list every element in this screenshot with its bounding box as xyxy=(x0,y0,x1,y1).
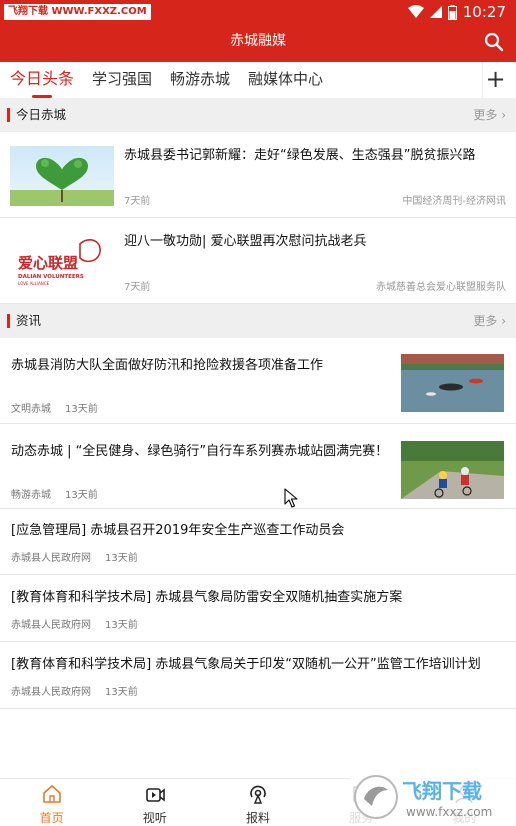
broadcast-icon xyxy=(250,785,266,804)
nav-label: 报料 xyxy=(246,811,271,825)
section-title: 今日赤城 xyxy=(16,107,67,122)
nav-report[interactable]: 报料 xyxy=(206,779,309,826)
add-channel-button[interactable]: + xyxy=(482,62,508,98)
app-title: 赤城融媒 xyxy=(230,33,286,49)
svg-text:www.fxxz.com: www.fxxz.com xyxy=(406,805,492,819)
fxxz-watermark-logo: 飞翔下载 www.fxxz.com xyxy=(350,770,516,824)
tab-xuexi[interactable]: 学习强国 xyxy=(92,62,152,98)
svg-text:飞翔下载: 飞翔下载 xyxy=(402,779,482,803)
section-header-news: 资讯 更多 › xyxy=(0,304,516,338)
news-source: 赤城县人民政府网 xyxy=(11,620,91,631)
tab-changyou[interactable]: 畅游赤城 xyxy=(170,62,230,98)
channel-tabs: 今日头条 学习强国 畅游赤城 融媒体中心 xyxy=(0,62,516,98)
news-time: 13天前 xyxy=(105,620,138,631)
nav-label: 视听 xyxy=(142,811,167,825)
news-meta: 赤城县人民政府网 13天前 xyxy=(11,549,138,564)
battery-icon xyxy=(447,4,457,20)
item-title: 赤城县委书记郭新耀：走好“绿色发展、生态强县”脱贫振兴路 xyxy=(124,148,476,163)
section-title: 资讯 xyxy=(16,313,42,328)
news-row[interactable]: 赤城县消防大队全面做好防汛和抢险救援各项准备工作 文明赤城 13天前 xyxy=(0,338,516,424)
news-source: 畅游赤城 xyxy=(11,490,51,501)
news-meta: 赤城县人民政府网 13天前 xyxy=(11,683,138,698)
news-row[interactable]: [教育体育和科学技术局] 赤城县气象局关于印发“双随机一公开”监管工作培训计划 … xyxy=(0,642,516,709)
section-marker xyxy=(7,314,10,328)
thumbnail-image xyxy=(10,146,114,206)
item-title: 迎八一敬功勋| 爱心联盟再次慰问抗战老兵 xyxy=(124,234,367,249)
status-bar: 飞翔下载 WWW.FXXZ.COM 10:27 xyxy=(0,0,516,24)
news-title: [教育体育和科学技术局] 赤城县气象局防雷安全双随机抽查实施方案 xyxy=(11,590,403,605)
news-time: 13天前 xyxy=(105,553,138,564)
news-thumbnail xyxy=(401,354,504,412)
more-link[interactable]: 更多 › xyxy=(473,304,506,338)
status-icons: 10:27 xyxy=(407,0,506,24)
more-label: 更多 xyxy=(473,108,498,122)
item-source: 中国经济周刊-经济网讯 xyxy=(402,196,506,207)
status-time: 10:27 xyxy=(462,3,506,21)
news-source: 文明赤城 xyxy=(11,404,51,415)
nav-label: 首页 xyxy=(39,811,64,825)
love-alliance-logo: 爱心联盟 DALIAN VOLUNTEERS LOVE ALLIANCE xyxy=(10,232,114,292)
svg-text:DALIAN VOLUNTEERS: DALIAN VOLUNTEERS xyxy=(18,274,84,280)
news-row[interactable]: [应急管理局] 赤城县召开2019年安全生产巡查工作动员会 赤城县人民政府网 13… xyxy=(0,509,516,575)
section-marker xyxy=(7,108,10,122)
signal-icon xyxy=(429,6,442,18)
news-source: 赤城县人民政府网 xyxy=(11,687,91,698)
tab-toutiao[interactable]: 今日头条 xyxy=(10,62,74,98)
wifi-icon xyxy=(407,5,424,18)
news-time: 13天前 xyxy=(65,490,98,501)
news-title: 动态赤城 | “全民健身、绿色骑行”自行车系列赛赤城站圆满完赛！ xyxy=(11,444,389,459)
news-title: [教育体育和科学技术局] 赤城县气象局关于印发“双随机一公开”监管工作培训计划 xyxy=(11,657,481,672)
news-thumbnail xyxy=(401,441,504,499)
app-bar: 赤城融媒 xyxy=(0,24,516,62)
news-meta: 文明赤城 13天前 xyxy=(11,400,98,415)
chevron-right-icon: › xyxy=(501,108,506,122)
news-title: [应急管理局] 赤城县召开2019年安全生产巡查工作动员会 xyxy=(11,523,345,538)
section-header-chicheng: 今日赤城 更多 › xyxy=(0,98,516,132)
news-source: 赤城县人民政府网 xyxy=(11,553,91,564)
news-row[interactable]: [教育体育和科学技术局] 赤城县气象局防雷安全双随机抽查实施方案 赤城县人民政府… xyxy=(0,575,516,642)
more-label: 更多 xyxy=(473,314,498,328)
chevron-right-icon: › xyxy=(501,314,506,328)
more-link[interactable]: 更多 › xyxy=(473,98,506,132)
news-meta: 赤城县人民政府网 13天前 xyxy=(11,616,138,631)
video-icon xyxy=(145,788,165,802)
news-meta: 畅游赤城 13天前 xyxy=(11,486,98,501)
news-time: 13天前 xyxy=(65,404,98,415)
nav-home[interactable]: 首页 xyxy=(0,779,103,826)
item-time: 7天前 xyxy=(124,282,151,293)
news-row[interactable]: 动态赤城 | “全民健身、绿色骑行”自行车系列赛赤城站圆满完赛！ 畅游赤城 13天… xyxy=(0,424,516,509)
svg-text:LOVE ALLIANCE: LOVE ALLIANCE xyxy=(18,281,50,286)
news-title: 赤城县消防大队全面做好防汛和抢险救援各项准备工作 xyxy=(11,358,324,373)
svg-text:爱心联盟: 爱心联盟 xyxy=(18,254,78,272)
tab-rongmeiti[interactable]: 融媒体中心 xyxy=(248,62,323,98)
item-time: 7天前 xyxy=(124,196,151,207)
list-item[interactable]: 赤城县委书记郭新耀：走好“绿色发展、生态强县”脱贫振兴路 7天前 中国经济周刊-… xyxy=(0,132,516,218)
nav-video[interactable]: 视听 xyxy=(103,779,206,826)
list-item[interactable]: 爱心联盟 DALIAN VOLUNTEERS LOVE ALLIANCE 迎八一… xyxy=(0,218,516,304)
item-source: 赤城慈善总会爱心联盟服务队 xyxy=(376,282,506,293)
news-time: 13天前 xyxy=(105,687,138,698)
watermark: 飞翔下载 WWW.FXXZ.COM xyxy=(4,4,151,20)
search-icon[interactable] xyxy=(484,32,504,52)
mouse-cursor-icon xyxy=(284,488,298,508)
home-icon xyxy=(42,784,61,803)
